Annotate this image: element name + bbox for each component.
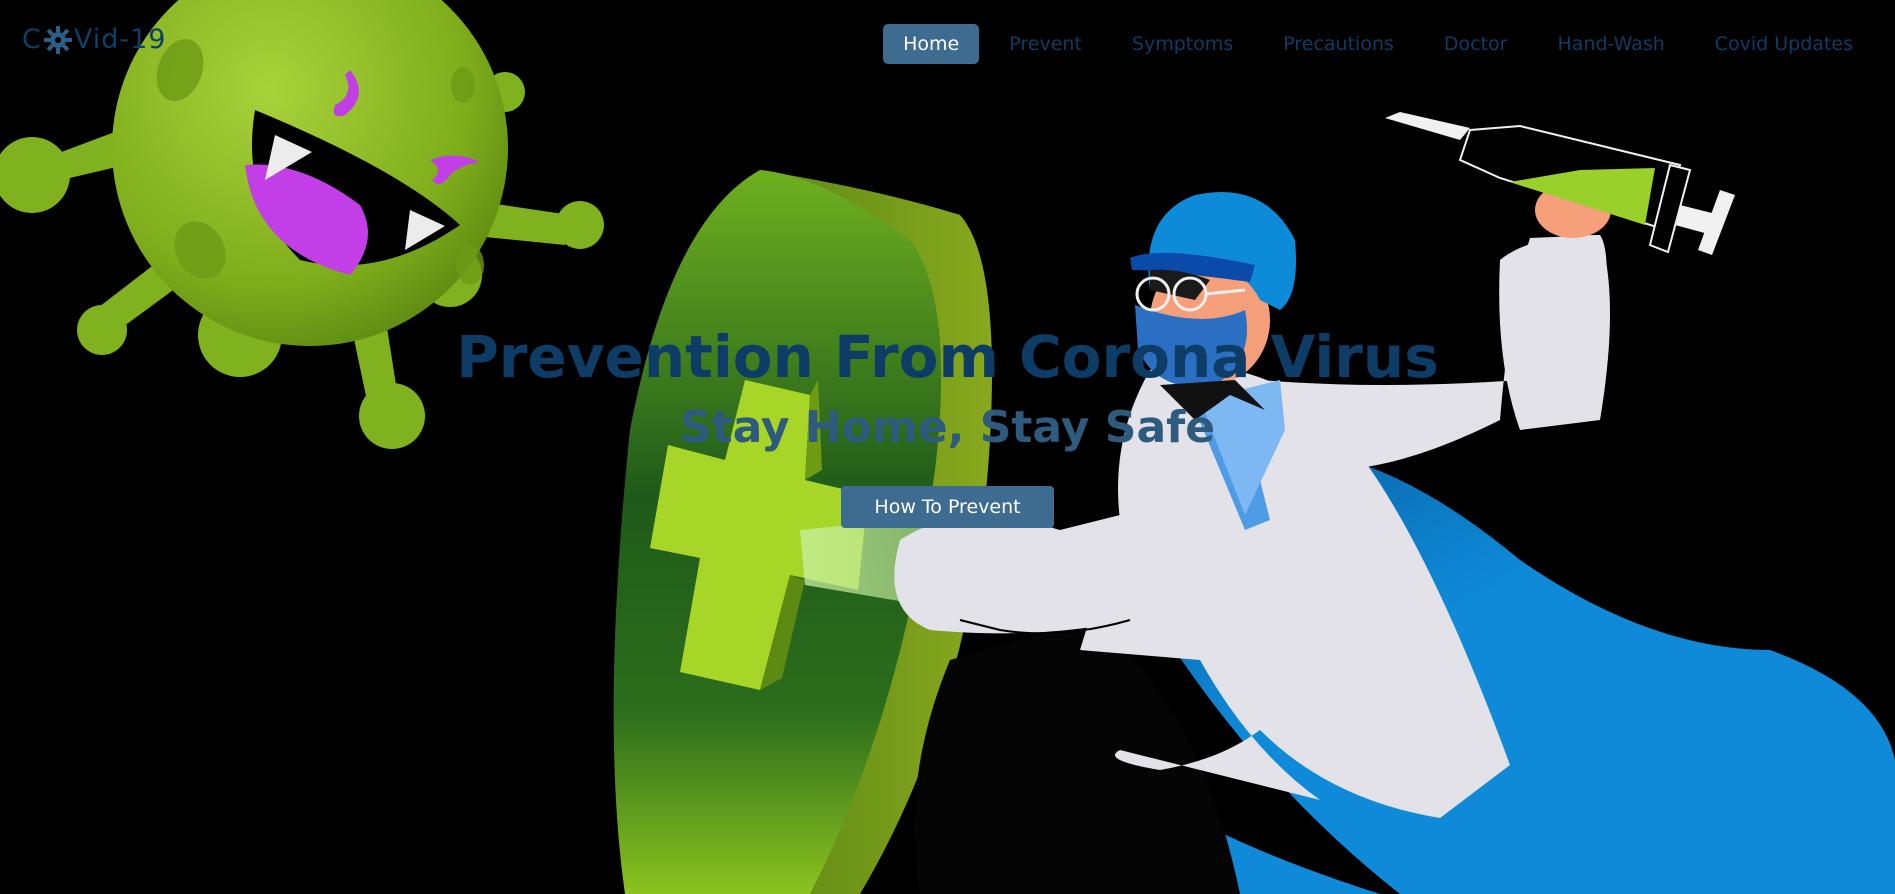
nav-prevent[interactable]: Prevent (989, 24, 1102, 64)
how-to-prevent-button[interactable]: How To Prevent (841, 486, 1054, 528)
nav-symptoms[interactable]: Symptoms (1112, 24, 1253, 64)
nav-doctor[interactable]: Doctor (1424, 24, 1528, 64)
nav-home[interactable]: Home (883, 24, 980, 64)
hero-subtitle: Stay Home, Stay Safe (679, 402, 1216, 453)
hero-title: Prevention From Corona Virus (456, 323, 1439, 391)
nav-hand-wash[interactable]: Hand-Wash (1537, 24, 1684, 64)
main-navigation: Home Prevent Symptoms Precautions Doctor… (883, 24, 1873, 64)
nav-precautions[interactable]: Precautions (1263, 24, 1414, 64)
logo-text-start: C (22, 24, 42, 55)
landing-page: C Vid-19 Home Prevent Symptoms Precautio… (0, 0, 1895, 894)
hero-section: Prevention From Corona Virus Stay Home, … (0, 322, 1895, 528)
nav-covid-updates[interactable]: Covid Updates (1695, 24, 1873, 64)
virus-gear-icon (43, 25, 73, 55)
logo-text-end: Vid-19 (73, 24, 167, 55)
site-logo[interactable]: C Vid-19 (22, 24, 166, 55)
